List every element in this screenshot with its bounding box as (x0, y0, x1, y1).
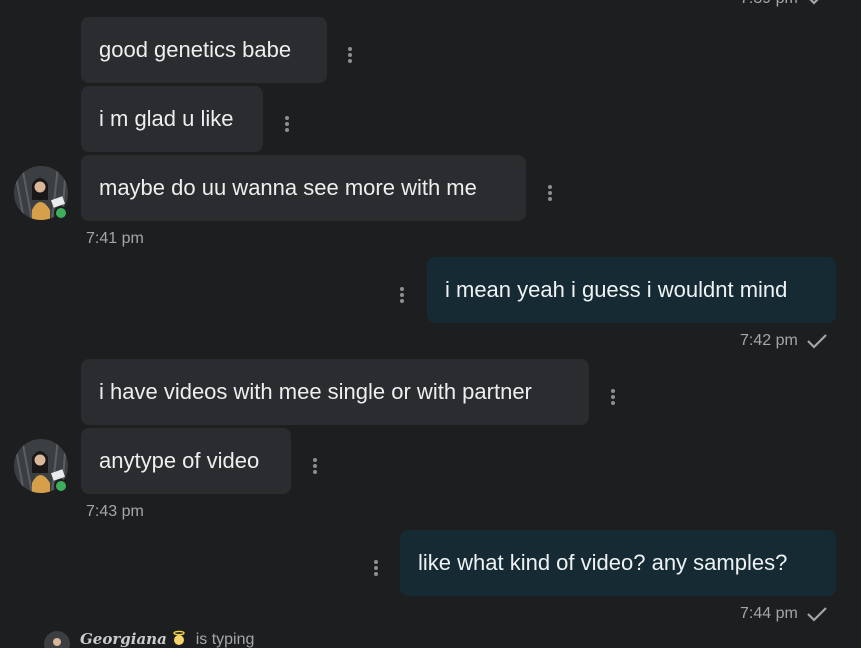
sent-check-icon (807, 334, 827, 349)
message-options-icon[interactable] (347, 47, 353, 65)
outgoing-message-bubble[interactable]: i mean yeah i guess i wouldnt mind (427, 257, 836, 323)
incoming-message-bubble[interactable]: i m glad u like (81, 86, 263, 152)
sent-check-icon (809, 0, 819, 5)
typing-contact-name: Georgiana (80, 630, 167, 648)
typing-indicator: Georgiana is typing (44, 630, 254, 648)
angel-emoji-icon (173, 630, 185, 645)
typing-status-label: is typing (195, 631, 255, 648)
message-timestamp: 7:39 pm (740, 0, 798, 8)
message-options-icon[interactable] (284, 116, 290, 134)
message-options-icon[interactable] (373, 560, 379, 578)
message-options-icon[interactable] (312, 458, 318, 476)
message-timestamp: 7:42 pm (740, 332, 798, 349)
message-timestamp: 7:44 pm (740, 605, 798, 622)
message-options-icon[interactable] (399, 287, 405, 305)
online-status-dot (54, 479, 68, 493)
online-status-dot (54, 206, 68, 220)
incoming-message-bubble[interactable]: i have videos with mee single or with pa… (81, 359, 589, 425)
message-timestamp: 7:41 pm (86, 230, 144, 247)
message-timestamp: 7:43 pm (86, 503, 144, 520)
incoming-message-bubble[interactable]: anytype of video (81, 428, 291, 494)
message-options-icon[interactable] (610, 389, 616, 407)
incoming-message-bubble[interactable]: maybe do uu wanna see more with me (81, 155, 526, 221)
sent-check-icon (807, 607, 827, 622)
outgoing-message-bubble[interactable]: like what kind of video? any samples? (400, 530, 836, 596)
message-options-icon[interactable] (547, 185, 553, 203)
incoming-message-bubble[interactable]: good genetics babe (81, 17, 327, 83)
